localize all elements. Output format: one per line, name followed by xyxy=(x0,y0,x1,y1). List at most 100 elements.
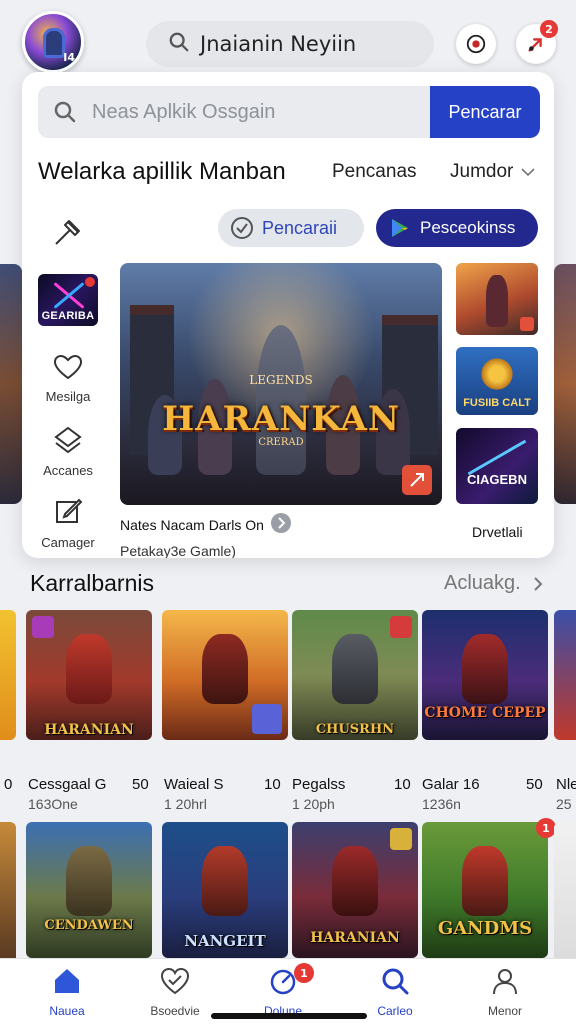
see-all-label: Acluakg. xyxy=(444,572,521,594)
game-logo: CHOME CEPEP xyxy=(424,705,546,721)
hero-caption-title: Nates Nacam Darls On xyxy=(120,516,264,533)
game-tile[interactable]: GANDMS xyxy=(422,822,548,958)
hero-caption: Nates Nacam Darls On Petakay3e Gamle) xyxy=(120,512,310,558)
tile-art-figure xyxy=(66,634,112,704)
tile-art-figure xyxy=(332,846,378,916)
clock-icon xyxy=(231,217,253,239)
game-tile[interactable]: CHUSRHN xyxy=(292,610,418,740)
home-indicator[interactable] xyxy=(211,1013,367,1019)
game-logo: CHUSRHN xyxy=(315,722,395,737)
game-tile[interactable]: HARANIAN xyxy=(26,610,152,740)
user-icon xyxy=(493,969,517,995)
tile-art-figure xyxy=(462,634,508,704)
game-sub: 1236n xyxy=(422,796,461,812)
hero-banner[interactable]: LEGENDS HARANKAN CRERAD xyxy=(120,263,442,505)
hero-logo-top: LEGENDS xyxy=(249,373,313,387)
game-sub: 1 20hrl xyxy=(164,796,207,812)
nav-label: Menor xyxy=(487,1004,522,1018)
nav-badge: 1 xyxy=(294,963,314,983)
game-sub: 163One xyxy=(28,796,78,812)
sort-button[interactable]: Pencanas xyxy=(332,161,417,183)
play-store-icon xyxy=(392,219,408,237)
game-sub: 25 xyxy=(556,796,572,812)
game-tile[interactable]: CHOME CEPEP xyxy=(422,610,548,740)
top-search-query: Jnaianin Neyiin xyxy=(200,32,357,56)
record-icon xyxy=(466,34,486,54)
section-title: Welarka apillik Manban xyxy=(38,158,286,185)
filter-dropdown[interactable]: Jumdor xyxy=(450,161,535,183)
game-name: Cessgaal G xyxy=(28,776,107,793)
carousel-edge-left[interactable] xyxy=(0,264,22,504)
side-thumbnail-1[interactable] xyxy=(456,263,538,335)
chevron-right-icon[interactable] xyxy=(270,512,292,537)
side-nav-label: Mesilga xyxy=(45,389,91,404)
filter-label: Jumdor xyxy=(450,161,514,182)
side-thumb-label: GEARIBA xyxy=(41,310,95,322)
layers-icon xyxy=(54,426,82,454)
game-logo: NANGEIT xyxy=(184,932,266,950)
chip-play-store[interactable]: Pesceokinss xyxy=(376,209,538,247)
thumb-art-emblem xyxy=(478,357,516,391)
recommend-title: Karralbarnis xyxy=(30,570,154,596)
side-thumbnail-3[interactable]: CIAGEBN xyxy=(456,428,538,504)
game-tile[interactable]: CENDAWEN xyxy=(26,822,152,958)
game-tile-edge-right[interactable] xyxy=(554,822,576,958)
game-tile[interactable]: NANGEIT xyxy=(162,822,288,958)
search-icon xyxy=(168,31,190,58)
side-nav-accounts[interactable]: Accanes xyxy=(34,426,102,478)
game-tile-edge-left[interactable] xyxy=(0,822,16,958)
avatar[interactable]: I4 xyxy=(22,11,84,73)
top-search-bar[interactable]: Jnaianin Neyiin xyxy=(146,21,434,67)
search-icon xyxy=(38,100,92,124)
heart-check-icon xyxy=(160,967,190,995)
game-logo: HARANIAN xyxy=(310,930,400,946)
nav-home[interactable]: Nauea xyxy=(22,967,112,1018)
side-nav-favorites[interactable]: Mesilga xyxy=(34,354,102,404)
nav-favorites[interactable]: Bsoedvie xyxy=(130,967,220,1018)
game-tile-edge-right[interactable] xyxy=(554,610,576,740)
side-thumbnail-label: FUSIIB CALT xyxy=(463,397,531,409)
banner-share-button[interactable] xyxy=(402,465,432,495)
side-thumbnail-caption: Drvetlali xyxy=(472,524,523,540)
avatar-tag: I4 xyxy=(63,51,75,64)
chip-search-label: Pencaraii xyxy=(262,217,338,238)
tile-art-figure xyxy=(66,846,112,916)
search-submit-button[interactable]: Pencarar xyxy=(430,86,540,138)
tile-art-figure xyxy=(202,634,248,704)
game-count: 50 xyxy=(526,776,543,793)
share-button[interactable]: 2 xyxy=(516,20,558,64)
hammer-icon[interactable] xyxy=(50,214,86,250)
side-thumbnail-2[interactable]: FUSIIB CALT xyxy=(456,347,538,415)
tile-corner-badge xyxy=(390,616,412,638)
game-tile[interactable] xyxy=(162,610,288,740)
carousel-edge-right[interactable] xyxy=(554,264,576,504)
new-dot xyxy=(85,277,95,287)
edit-icon xyxy=(56,498,83,523)
see-all-link[interactable]: Acluakg. xyxy=(444,572,543,595)
thumb-art-beam xyxy=(467,439,527,476)
game-tile-edge-left[interactable] xyxy=(0,610,16,740)
featured-card: Pencarar Welarka apillik Manban Pencanas… xyxy=(22,72,554,558)
nav-profile[interactable]: Menor xyxy=(460,967,550,1018)
chip-play-label: Pesceokinss xyxy=(420,218,516,237)
top-bar: I4 Jnaianin Neyiin 2 xyxy=(0,0,576,73)
home-icon xyxy=(55,969,79,993)
game-tile[interactable]: HARANIAN xyxy=(292,822,418,958)
game-name: Nle xyxy=(556,776,576,793)
chip-search[interactable]: Pencaraii xyxy=(218,209,364,247)
side-game-thumbnail[interactable]: GEARIBA xyxy=(38,274,98,326)
notification-badge: 2 xyxy=(540,20,558,38)
hero-caption-sub: Petakay3e Gamle) xyxy=(120,543,236,558)
game-count: 50 xyxy=(132,776,149,793)
heart-icon xyxy=(53,354,83,380)
chevron-right-icon xyxy=(534,576,543,591)
tile-corner-badge xyxy=(252,704,282,734)
main-search-input[interactable] xyxy=(92,100,430,124)
side-nav-label: Camager xyxy=(41,535,95,550)
nav-download[interactable]: 1 Dolune xyxy=(238,963,328,1018)
game-sub: 1 20ph xyxy=(292,796,335,812)
hero-logo-sub: CRERAD xyxy=(258,437,304,448)
side-nav-manager[interactable]: Camager xyxy=(34,496,102,550)
nav-search[interactable]: Carleo xyxy=(350,967,440,1018)
record-button[interactable] xyxy=(456,24,496,64)
